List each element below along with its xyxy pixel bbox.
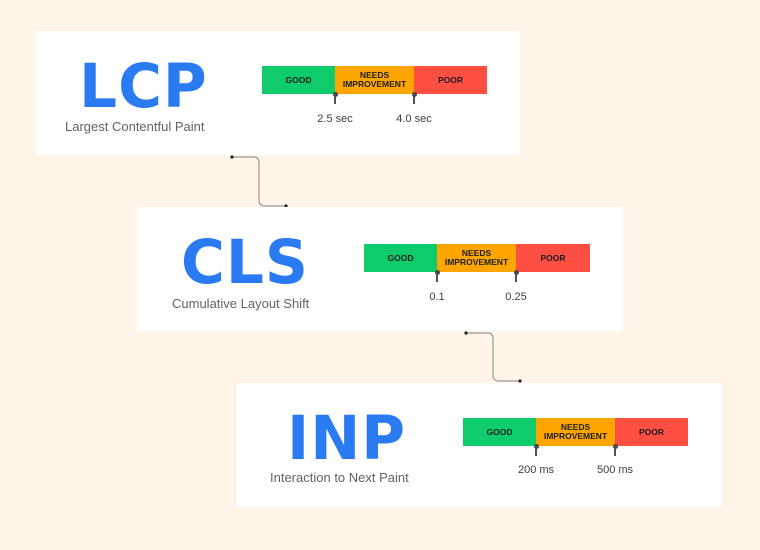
threshold-label: 200 ms xyxy=(517,464,555,476)
segment-good: GOOD xyxy=(463,418,536,446)
threshold-label: 0.1 xyxy=(429,291,445,303)
threshold-tick xyxy=(515,272,517,282)
threshold-label: 4.0 sec xyxy=(396,113,432,125)
threshold-tick xyxy=(334,94,336,104)
segment-needs-improvement: NEEDS IMPROVEMENT xyxy=(335,66,414,94)
segment-good: GOOD xyxy=(262,66,335,94)
segment-poor: POOR xyxy=(414,66,487,94)
metric-card-lcp: LCP Largest Contentful Paint GOOD NEEDS … xyxy=(35,31,520,155)
segment-needs-improvement-label: NEEDS IMPROVEMENT xyxy=(543,422,608,441)
connector-cls-inp xyxy=(466,332,520,382)
segment-poor: POOR xyxy=(516,244,590,272)
threshold-tick xyxy=(535,446,537,456)
segment-good: GOOD xyxy=(364,244,437,272)
segment-needs-improvement: NEEDS IMPROVEMENT xyxy=(437,244,516,272)
connector-dot xyxy=(230,155,234,159)
metric-full-name: Largest Contentful Paint xyxy=(65,119,205,134)
segment-needs-improvement-label: NEEDS IMPROVEMENT xyxy=(444,248,509,267)
segment-poor: POOR xyxy=(615,418,688,446)
threshold-label: 2.5 sec xyxy=(317,113,353,125)
connector-dot xyxy=(464,331,468,335)
metric-abbreviation: INP xyxy=(287,403,407,474)
metric-full-name: Interaction to Next Paint xyxy=(270,470,409,485)
threshold-label: 500 ms xyxy=(596,464,634,476)
segment-needs-improvement: NEEDS IMPROVEMENT xyxy=(536,418,615,446)
threshold-bar: GOOD NEEDS IMPROVEMENT POOR xyxy=(262,66,487,94)
threshold-tick xyxy=(413,94,415,104)
threshold-label: 0.25 xyxy=(505,291,527,303)
threshold-tick xyxy=(614,446,616,456)
metric-full-name: Cumulative Layout Shift xyxy=(172,296,310,311)
metric-abbreviation: CLS xyxy=(181,227,309,298)
connector-lcp-cls xyxy=(232,156,286,207)
segment-needs-improvement-label: NEEDS IMPROVEMENT xyxy=(342,70,407,89)
threshold-tick xyxy=(436,272,438,282)
threshold-bar: GOOD NEEDS IMPROVEMENT POOR xyxy=(364,244,590,272)
metric-card-inp: INP Interaction to Next Paint GOOD NEEDS… xyxy=(237,383,722,507)
metric-abbreviation: LCP xyxy=(79,51,208,122)
threshold-bar: GOOD NEEDS IMPROVEMENT POOR xyxy=(463,418,688,446)
metric-card-cls: CLS Cumulative Layout Shift GOOD NEEDS I… xyxy=(137,207,623,331)
